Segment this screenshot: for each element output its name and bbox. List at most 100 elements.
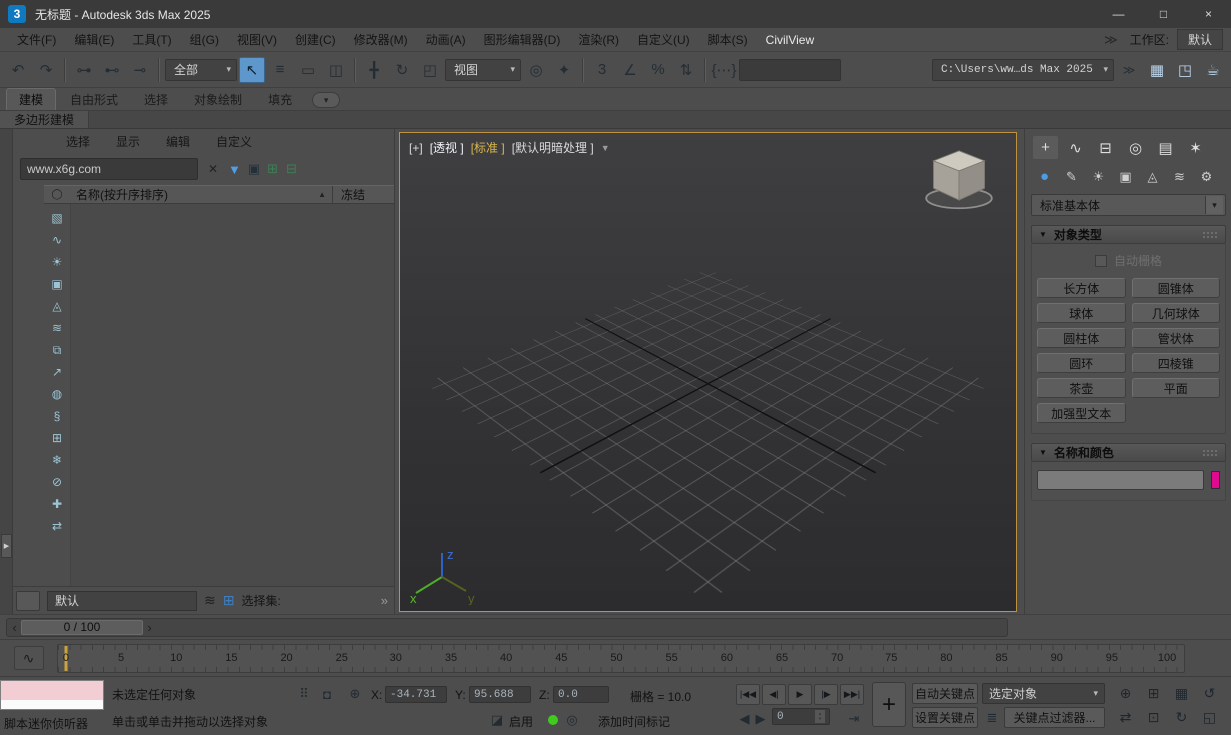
maximize-viewport-toggle-icon[interactable]: ◱ xyxy=(1196,706,1223,729)
y-coordinate-field[interactable]: 95.688 xyxy=(469,686,531,703)
se-display-xrefs-icon[interactable]: ↗ xyxy=(46,362,68,382)
macro-recorder-line[interactable] xyxy=(1,681,103,700)
selection-filter-dropdown[interactable]: 全部 ▾ xyxy=(165,58,237,81)
se-display-geometry-icon[interactable]: ▧ xyxy=(46,208,68,228)
create-cone-button[interactable]: 圆锥体 xyxy=(1131,278,1220,298)
select-and-move-icon[interactable]: ╋ xyxy=(361,57,387,83)
se-display-helpers-icon[interactable]: ◬ xyxy=(46,296,68,316)
se-display-groups-icon[interactable]: ⧉ xyxy=(46,340,68,360)
menu-customize[interactable]: 自定义(U) xyxy=(628,31,699,48)
menu-create[interactable]: 创建(C) xyxy=(286,31,345,48)
perspective-viewport[interactable]: [+] [透视 ] [标准 ] [默认明暗处理 ] ▼ x z y xyxy=(399,132,1017,612)
menu-group[interactable]: 组(G) xyxy=(181,31,228,48)
mini-curve-editor-button[interactable]: ∿ xyxy=(13,646,44,670)
close-button[interactable]: × xyxy=(1186,0,1231,28)
previous-frame-button[interactable]: ◀| xyxy=(762,684,786,705)
create-sphere-button[interactable]: 球体 xyxy=(1037,303,1126,323)
se-display-cameras-icon[interactable]: ▣ xyxy=(46,274,68,294)
create-spacewarps-icon[interactable]: ≋ xyxy=(1168,166,1191,187)
select-by-name-icon[interactable]: ≡ xyxy=(267,57,293,83)
menu-tools[interactable]: 工具(T) xyxy=(123,31,180,48)
x-coordinate-field[interactable]: -34.731 xyxy=(385,686,447,703)
create-pyramid-button[interactable]: 四棱锥 xyxy=(1131,353,1220,373)
add-time-tag[interactable]: 添加时间标记 xyxy=(598,713,670,730)
object-type-rollout-header[interactable]: ▼ 对象类型 xyxy=(1031,225,1226,244)
autogrid-checkbox[interactable] xyxy=(1094,254,1107,267)
project-path-dropdown[interactable]: C:\Users\ww…ds Max 2025 ▾ xyxy=(932,58,1114,81)
viewport-standard-label[interactable]: [标准 ] xyxy=(471,139,505,156)
viewport-filter-icon[interactable]: ▼ xyxy=(601,143,610,153)
type-column-header-icon[interactable]: ◯ xyxy=(44,189,70,200)
zoom-all-views-icon[interactable]: ⊞ xyxy=(1140,682,1167,705)
set-key-button[interactable]: 设置关键点 xyxy=(912,707,978,728)
create-box-button[interactable]: 长方体 xyxy=(1037,278,1126,298)
workspace-dropdown[interactable]: 默认 xyxy=(1176,29,1223,50)
set-keys-button[interactable]: + xyxy=(872,682,906,727)
create-cameras-icon[interactable]: ▣ xyxy=(1114,166,1137,187)
select-and-link-icon[interactable]: ⊶ xyxy=(71,57,97,83)
time-slider-handle[interactable]: 0 / 100 xyxy=(21,619,143,635)
scene-explorer-menu-edit[interactable]: 编辑 xyxy=(153,133,203,150)
app-icon[interactable]: 3 xyxy=(8,5,26,23)
tab-motion-icon[interactable]: ◎ xyxy=(1123,136,1148,159)
expand-left-panel-button[interactable]: ▶ xyxy=(1,534,12,558)
se-pin-explorer-icon[interactable]: ✚ xyxy=(46,494,68,514)
lock-explorer-icon[interactable]: ▣ xyxy=(248,161,260,177)
create-systems-icon[interactable]: ⚙ xyxy=(1195,166,1218,187)
category-dropdown[interactable]: 标准基本体 ▾ xyxy=(1031,194,1226,216)
ribbon-config-button[interactable]: ▾ xyxy=(312,92,341,108)
menubar-overflow-icon[interactable]: ≫ xyxy=(1100,32,1122,48)
menu-file[interactable]: 文件(F) xyxy=(8,31,65,48)
create-shapes-icon[interactable]: ✎ xyxy=(1060,166,1083,187)
ribbon-tab-selection[interactable]: 选择 xyxy=(132,89,180,110)
toolbar-overflow-icon[interactable]: ≫ xyxy=(1116,57,1142,83)
tab-display-icon[interactable]: ▤ xyxy=(1153,136,1178,159)
percent-snap-icon[interactable]: % xyxy=(645,57,671,83)
auto-key-button[interactable]: 自动关键点 xyxy=(912,683,978,704)
se-display-spacewarps-icon[interactable]: ≋ xyxy=(46,318,68,338)
menu-views[interactable]: 视图(V) xyxy=(228,31,286,48)
ribbon-tab-freeform[interactable]: 自由形式 xyxy=(58,89,130,110)
ribbon-tab-populate[interactable]: 填充 xyxy=(256,89,304,110)
maxscript-mini-listener[interactable] xyxy=(0,680,104,710)
previous-key-icon[interactable]: ◀ xyxy=(737,709,752,729)
orbit-icon[interactable]: ↺ xyxy=(1196,682,1223,705)
menu-rendering[interactable]: 渲染(R) xyxy=(569,31,628,48)
viewcube[interactable] xyxy=(918,143,1000,217)
spinner-snap-icon[interactable]: ⇅ xyxy=(673,57,699,83)
se-display-hidden-icon[interactable]: ⊘ xyxy=(46,472,68,492)
zoom-icon[interactable]: ⊕ xyxy=(1112,682,1139,705)
scene-explorer-menu-customize[interactable]: 自定义 xyxy=(203,133,265,150)
spinner-down-icon[interactable]: ▾ xyxy=(818,716,821,722)
se-display-shapes-icon[interactable]: ∿ xyxy=(46,230,68,250)
tab-hierarchy-icon[interactable]: ⊟ xyxy=(1093,136,1118,159)
object-color-swatch[interactable] xyxy=(1211,471,1220,489)
create-plane-button[interactable]: 平面 xyxy=(1131,378,1220,398)
bind-to-space-warp-icon[interactable]: ⊸ xyxy=(127,57,153,83)
next-frame-button[interactable]: |▶ xyxy=(814,684,838,705)
create-torus-button[interactable]: 圆环 xyxy=(1037,353,1126,373)
edit-named-selection-sets-icon[interactable]: {⋯} xyxy=(711,57,737,83)
frozen-column-header[interactable]: 冻结 xyxy=(332,186,394,203)
named-selection-sets-field[interactable] xyxy=(739,58,841,81)
create-geosphere-button[interactable]: 几何球体 xyxy=(1131,303,1220,323)
name-color-rollout-header[interactable]: ▼ 名称和颜色 xyxy=(1031,443,1226,462)
frame-spinner[interactable]: ▴ ▾ xyxy=(815,710,825,723)
play-button[interactable]: ▶ xyxy=(788,684,812,705)
render-production-icon[interactable]: ☕ xyxy=(1200,57,1226,83)
adaptive-degradation-icon[interactable]: ◪ xyxy=(487,710,507,730)
pick-children-icon[interactable]: ⊟ xyxy=(286,161,297,177)
next-frame-arrow[interactable]: › xyxy=(143,621,156,634)
pick-parent-icon[interactable]: ⊞ xyxy=(267,161,278,177)
render-setup-icon[interactable]: ▦ xyxy=(1144,57,1170,83)
create-teapot-button[interactable]: 茶壶 xyxy=(1037,378,1126,398)
create-tube-button[interactable]: 管状体 xyxy=(1131,328,1220,348)
zoom-extents-all-icon[interactable]: ▦ xyxy=(1168,682,1195,705)
scene-explorer-menu-select[interactable]: 选择 xyxy=(53,133,103,150)
filter-icon[interactable]: ▼ xyxy=(228,162,241,177)
select-and-manipulate-icon[interactable]: ✦ xyxy=(551,57,577,83)
time-slider-track[interactable]: ‹ 0 / 100 › xyxy=(6,617,1008,637)
tab-create-icon[interactable]: + xyxy=(1033,136,1058,159)
layers-icon[interactable]: ≋ xyxy=(204,592,216,609)
object-name-input[interactable] xyxy=(1037,470,1204,490)
